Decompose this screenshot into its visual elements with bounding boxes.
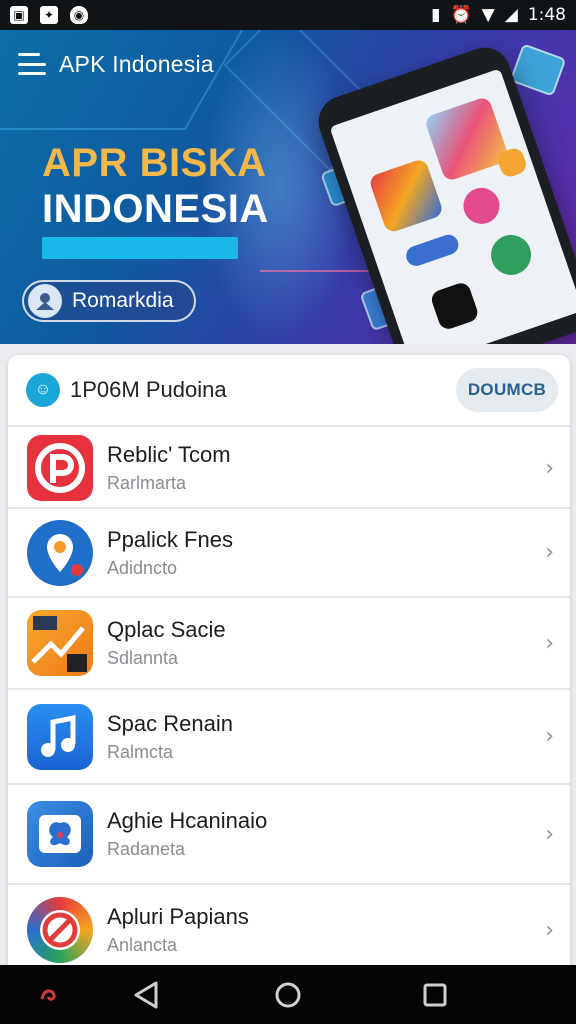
section-title: 1P06M Pudoina [70,377,227,402]
sim-icon: ▮ [431,5,441,25]
list-item[interactable]: Reblic' Tcom Rarlmarta › [8,429,570,509]
chevron-right-icon: › [545,455,554,481]
app-title: APK Indonesia [59,50,214,77]
app-subtitle: Sdlannta [107,648,179,668]
app-name: Spac Renain [107,710,233,736]
app-icon-blue-pin [27,519,93,586]
app-subtitle: Rarlmarta [107,473,187,493]
app-name: Qplac Sacie [107,617,226,642]
app-name: Ppalick Fnes [107,526,233,552]
list-item[interactable]: Aghie Hcaninaio Radaneta › [8,785,570,885]
alarm-icon: ⏰ [450,5,472,25]
music-note-icon [27,703,93,770]
app-subtitle: Adidncto [107,557,178,578]
list-item[interactable]: Qplac Sacie Sdlannta › [8,598,570,690]
chevron-right-icon: › [545,540,554,565]
list-item[interactable]: Apluri Papians Anlancta › [8,885,570,975]
app-name: Reblic' Tcom [107,442,231,467]
app-icon-orange-chart [27,610,93,676]
wifi-icon: ▼ [481,5,495,25]
status-bar: ▣ ✦ ◉ ▮ ⏰ ▼ ◢ 1:48 [0,0,576,30]
app-name: Aghie Hcaninaio [107,808,268,833]
notification-icon: ▣ [10,6,28,24]
app-list-card: ☺ 1P06M Pudoina DOUMCB Reblic' Tcom Rarl… [8,355,570,975]
section-header: ☺ 1P06M Pudoina DOUMCB [8,355,570,427]
section-action-button[interactable]: DOUMCB [456,368,558,412]
menu-icon[interactable] [18,53,46,75]
hero-title-line2: INDONESIA [42,187,269,231]
signal-icon: ◢ [504,5,518,25]
app-icon-butterfly [27,801,93,867]
chevron-right-icon: › [545,821,554,847]
app-subtitle: Radaneta [107,839,186,859]
app-bar: APK Indonesia [0,30,576,98]
hero-accent-bar [42,237,238,259]
list-item[interactable]: Spac Renain Ralmcta › [8,690,570,785]
hero-title: APR BISKA INDONESIA [42,140,269,232]
status-time: 1:48 [527,5,566,25]
hero-chip-label: Romarkdia [72,289,174,312]
chevron-right-icon: › [545,917,554,943]
back-icon[interactable] [132,980,160,1015]
shield-icon: ◉ [70,6,88,24]
home-icon[interactable] [274,981,302,1014]
list-item[interactable]: Ppalick Fnes Adidncto › [8,509,570,598]
chat-bubble-icon: ☺ [26,373,60,407]
app-icon-no-symbol [27,897,93,963]
app-name: Apluri Papians [107,904,249,929]
recents-icon[interactable] [422,982,448,1013]
system-nav-bar [0,965,576,1024]
app-subtitle: Ralmcta [107,741,174,762]
app-icon: ✦ [40,6,58,24]
corner-logo-icon [38,983,60,1010]
user-avatar-icon [28,284,62,318]
app-subtitle: Anlancta [107,935,178,955]
hero-chip-button[interactable]: Romarkdia [22,280,196,322]
hero-title-line1: APR BISKA [42,141,267,185]
chevron-right-icon: › [545,630,554,656]
app-icon-red-p [27,435,93,501]
chevron-right-icon: › [545,724,554,749]
